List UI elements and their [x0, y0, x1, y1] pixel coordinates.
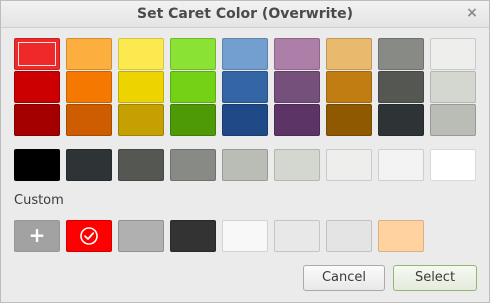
custom-label: Custom — [14, 193, 64, 208]
swatch-orange-3[interactable] — [66, 104, 112, 136]
swatch-gray-4[interactable] — [170, 149, 216, 181]
swatch-dark-gray-1[interactable] — [378, 38, 424, 70]
custom-swatch-3[interactable] — [170, 220, 216, 252]
title-bar[interactable]: Set Caret Color (Overwrite) × — [1, 1, 489, 28]
swatch-purple-1[interactable] — [274, 38, 320, 70]
custom-swatch-2[interactable] — [118, 220, 164, 252]
swatch-gray-3[interactable] — [118, 149, 164, 181]
swatch-brown-1[interactable] — [326, 38, 372, 70]
swatch-brown-2[interactable] — [326, 71, 372, 103]
close-icon[interactable]: × — [464, 5, 480, 21]
swatch-dark-gray-3[interactable] — [378, 104, 424, 136]
cancel-button[interactable]: Cancel — [303, 265, 385, 291]
swatch-red-1[interactable] — [14, 38, 60, 70]
swatch-yellow-3[interactable] — [118, 104, 164, 136]
swatch-purple-2[interactable] — [274, 71, 320, 103]
swatch-light-gray-3[interactable] — [430, 104, 476, 136]
swatch-gray-1[interactable] — [14, 149, 60, 181]
swatch-gray-6[interactable] — [274, 149, 320, 181]
swatch-gray-2[interactable] — [66, 149, 112, 181]
swatch-blue-2[interactable] — [222, 71, 268, 103]
swatch-orange-2[interactable] — [66, 71, 112, 103]
custom-swatch-6[interactable] — [326, 220, 372, 252]
swatch-green-3[interactable] — [170, 104, 216, 136]
swatch-light-gray-1[interactable] — [430, 38, 476, 70]
swatch-red-2[interactable] — [14, 71, 60, 103]
check-circle-icon — [80, 227, 98, 245]
swatch-brown-3[interactable] — [326, 104, 372, 136]
swatch-green-1[interactable] — [170, 38, 216, 70]
window-title: Set Caret Color (Overwrite) — [137, 6, 353, 22]
swatch-blue-1[interactable] — [222, 38, 268, 70]
custom-swatch-5[interactable] — [274, 220, 320, 252]
swatch-dark-gray-2[interactable] — [378, 71, 424, 103]
custom-swatch-1[interactable] — [66, 220, 112, 252]
color-chooser-dialog: Set Caret Color (Overwrite) × Custom + C… — [0, 0, 490, 303]
swatch-gray-8[interactable] — [378, 149, 424, 181]
add-custom-color-button[interactable]: + — [14, 220, 60, 252]
swatch-gray-9[interactable] — [430, 149, 476, 181]
select-button[interactable]: Select — [393, 265, 477, 291]
swatch-purple-3[interactable] — [274, 104, 320, 136]
custom-swatch-7[interactable] — [378, 220, 424, 252]
swatch-gray-5[interactable] — [222, 149, 268, 181]
swatch-light-gray-2[interactable] — [430, 71, 476, 103]
swatch-gray-7[interactable] — [326, 149, 372, 181]
swatch-red-3[interactable] — [14, 104, 60, 136]
swatch-yellow-1[interactable] — [118, 38, 164, 70]
swatch-yellow-2[interactable] — [118, 71, 164, 103]
swatch-orange-1[interactable] — [66, 38, 112, 70]
swatch-green-2[interactable] — [170, 71, 216, 103]
custom-swatch-4[interactable] — [222, 220, 268, 252]
swatch-blue-3[interactable] — [222, 104, 268, 136]
